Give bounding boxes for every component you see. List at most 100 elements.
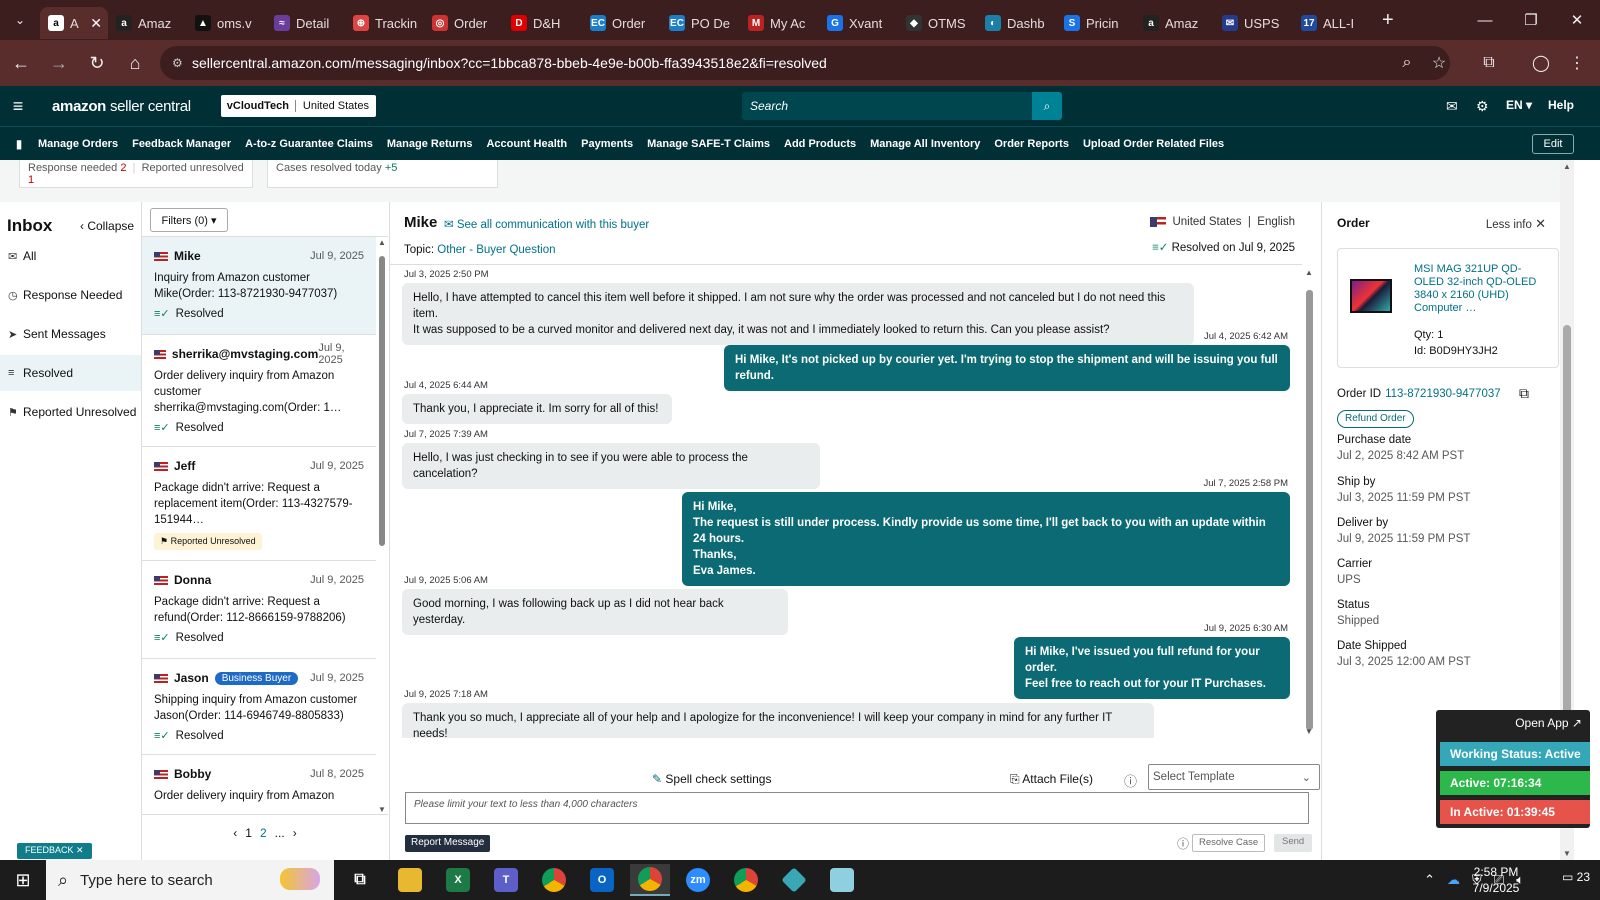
hamburger-menu-icon[interactable]: ≡ [0,96,36,117]
site-info-icon[interactable]: ⚙ [172,56,183,70]
msg-scroll-down-icon[interactable]: ▼ [1305,727,1313,736]
page-more[interactable]: ... [275,826,285,840]
help-link[interactable]: Help [1548,98,1574,112]
nav-link-5[interactable]: Payments [581,138,633,150]
see-all-communication-link[interactable]: ✉ See all communication with this buyer [444,217,649,231]
windows-start-icon[interactable]: ⊞ [0,870,46,891]
restore-icon[interactable]: ❐ [1508,0,1554,40]
inbox-filter-2[interactable]: ➤ Sent Messages [0,316,141,352]
page-2[interactable]: 2 [260,826,267,840]
task-view-icon[interactable]: ⧉ [340,864,380,896]
new-tab-button[interactable]: + [1382,9,1394,32]
back-icon[interactable]: ← [4,46,38,80]
chrome-profile-icon[interactable] [630,864,670,896]
minimize-icon[interactable]: — [1462,0,1508,40]
send-button[interactable]: Send [1274,834,1313,852]
browser-tab-12[interactable]: ◐ Dashb [977,7,1056,39]
onedrive-icon[interactable]: ☁ [1447,872,1460,888]
profile-icon[interactable]: ◯ [1526,46,1556,80]
account-switcher[interactable]: vCloudTech United States [220,95,376,117]
browser-tab-5[interactable]: ◎ Order [424,7,503,39]
search-icon[interactable]: ⌕ [1032,92,1062,120]
template-select[interactable]: Select Template ⌄ [1148,764,1320,790]
notes-app-icon[interactable] [822,864,862,896]
teams-icon[interactable]: T [486,864,526,896]
nav-link-1[interactable]: Feedback Manager [132,138,231,150]
scroll-up-icon[interactable]: ▲ [378,238,386,247]
page-scroll-down-icon[interactable]: ▼ [1563,849,1571,858]
browser-tab-2[interactable]: ▲ oms.v [187,7,266,39]
collapse-button[interactable]: ‹ Collapse [80,219,134,233]
nav-link-8[interactable]: Manage All Inventory [870,138,980,150]
conversation-scrollbar[interactable]: ▲ ▼ [376,236,388,816]
refund-order-button[interactable]: Refund Order [1337,410,1414,428]
page-1[interactable]: 1 [245,826,252,840]
less-info-button[interactable]: Less info ✕ [1486,216,1546,232]
order-id-link[interactable]: 113-8721930-9477037 [1385,388,1501,400]
browser-menu-icon[interactable]: ⋮ [1562,46,1592,80]
forward-icon[interactable]: → [42,46,76,80]
browser-tab-7[interactable]: EC Order [582,7,661,39]
info-icon[interactable]: ⓘ [1124,771,1137,790]
tab-close-icon[interactable]: ✕ [90,15,102,32]
inbox-filter-4[interactable]: ⚑ Reported Unresolved [0,394,141,430]
clock[interactable]: 2:58 PM 7/9/2025 [1466,864,1526,896]
msg-scroll-thumb[interactable] [1306,290,1313,730]
nav-link-4[interactable]: Account Health [486,138,567,150]
outlook-icon[interactable]: O [582,864,622,896]
spell-check-settings[interactable]: ✎ Spell check settings [652,772,771,786]
chrome-icon[interactable] [534,864,574,896]
bookmark-icon[interactable]: ▮ [0,137,38,151]
nav-link-6[interactable]: Manage SAFE-T Claims [647,138,770,150]
report-message-button[interactable]: Report Message [405,835,491,852]
message-scrollbar[interactable]: ▲ ▼ [1302,264,1316,738]
copy-icon[interactable]: ⧉ [1519,385,1529,402]
language-selector[interactable]: EN ▾ [1506,98,1532,112]
browser-tab-10[interactable]: G Xvant [819,7,898,39]
gear-icon[interactable]: ⚙ [1476,98,1489,115]
browser-tab-11[interactable]: ◆ OTMS [898,7,977,39]
summary-card-response[interactable]: Response needed 2 | Reported unresolved … [19,160,253,188]
inbox-filter-3[interactable]: ≡ Resolved [0,355,141,391]
conversation-item[interactable]: Jeff Jul 9, 2025 Package didn't arrive: Re… [142,447,376,561]
topic-link[interactable]: Other - Buyer Question [437,244,555,256]
browser-tab-6[interactable]: D D&H [503,7,582,39]
extensions-icon[interactable]: ⧉ [1474,46,1504,80]
product-name-link[interactable]: MSI MAG 321UP QD-OLED 32-inch QD-OLED 38… [1414,263,1549,315]
browser-tab-0[interactable]: a A ✕ [40,7,108,39]
nav-link-0[interactable]: Manage Orders [38,138,118,150]
inbox-filter-0[interactable]: ✉ All [0,238,141,274]
nav-link-2[interactable]: A-to-z Guarantee Claims [245,138,373,150]
home-icon[interactable]: ⌂ [118,46,152,80]
nav-link-3[interactable]: Manage Returns [387,138,473,150]
page-scroll-up-icon[interactable]: ▲ [1563,162,1571,171]
notifications-icon[interactable]: ▭ 23 [1562,870,1590,884]
zoom-app-icon[interactable]: zm [678,864,718,896]
summary-card-resolved[interactable]: Cases resolved today +5 [267,160,498,188]
feedback-button[interactable]: FEEDBACK ✕ [17,843,92,859]
browser-tab-16[interactable]: 17 ALL-I [1293,7,1372,39]
attach-files-button[interactable]: ⎘ Attach File(s) [1010,772,1093,787]
browser-tab-1[interactable]: a Amaz [108,7,187,39]
page-scroll-thumb[interactable] [1563,325,1571,745]
amazon-seller-central-logo[interactable]: amazon seller central [52,98,191,115]
reload-icon[interactable]: ↻ [80,46,114,80]
browser-tab-4[interactable]: ⊕ Trackin [345,7,424,39]
message-input[interactable]: Please limit your text to less than 4,00… [405,792,1309,824]
app-diamond-icon[interactable] [774,864,814,896]
nav-link-7[interactable]: Add Products [784,138,856,150]
close-window-icon[interactable]: ✕ [1554,0,1600,40]
resolve-info-icon[interactable]: ⓘ [1177,835,1189,852]
filters-button[interactable]: Filters (0) ▾ [150,208,228,232]
browser-tab-3[interactable]: ≈ Detail [266,7,345,39]
edit-nav-button[interactable]: Edit [1532,134,1574,154]
nav-link-10[interactable]: Upload Order Related Files [1083,138,1224,150]
search-input[interactable]: Search [742,92,1032,120]
inbox-filter-1[interactable]: ◷ Response Needed [0,277,141,313]
mail-icon[interactable]: ✉ [1446,98,1458,115]
page-prev-icon[interactable]: ‹ [233,826,237,840]
conversation-item[interactable]: Bobby Jul 8, 2025 Order delivery inquiry f… [142,755,376,816]
scroll-thumb[interactable] [379,256,385,546]
chrome-alt-icon[interactable] [726,864,766,896]
excel-icon[interactable]: X [438,864,478,896]
